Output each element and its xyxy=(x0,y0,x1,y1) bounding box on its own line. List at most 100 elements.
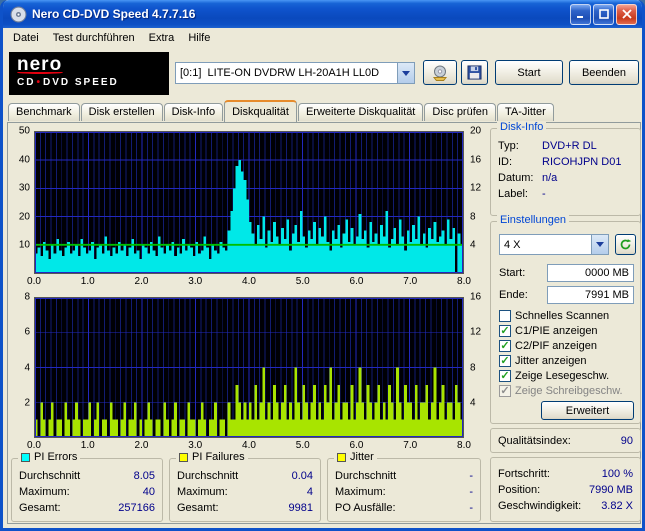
disk-info-row: Label: - xyxy=(498,188,546,200)
x-axis-tick-label: 6.0 xyxy=(349,440,364,451)
y-axis-tick-label: 20 xyxy=(470,125,482,137)
y-axis-tick-label: 4 xyxy=(470,239,476,251)
y-axis-tick-label: 12 xyxy=(470,326,482,338)
x-axis-tick-label: 0.0 xyxy=(27,276,41,287)
stats-group-pi-failures: PI Failures Durchschnitt 0.04 Maximum: 4 Gesa… xyxy=(169,451,321,522)
stat-row: PO Ausfälle: - xyxy=(335,502,473,514)
checkbox-c2-pif-anzeigen[interactable]: ✓ C2/PIF anzeigen xyxy=(499,338,634,353)
cd-disc-icon xyxy=(10,6,27,23)
pi-failures-x-axis: 0.0 1.0 2.0 3.0 4.0 5.0 6.0 7.0 8.0 xyxy=(27,440,471,452)
tab-diskqualität[interactable]: Diskqualität xyxy=(224,100,297,122)
logo-speed: SPEED xyxy=(70,77,119,88)
save-icon xyxy=(467,65,482,80)
app-window: Nero CD-DVD Speed 4.7.7.16 Datei Test dur… xyxy=(0,0,645,531)
checkbox-schnelles-scannen[interactable]: Schnelles Scannen xyxy=(499,308,634,323)
y-axis-tick-label: 8 xyxy=(24,291,30,303)
start-button[interactable]: Start xyxy=(495,60,563,85)
quit-button[interactable]: Beenden xyxy=(569,60,639,85)
start-position-label: Start: xyxy=(499,267,526,279)
stat-row: Maximum: 4 xyxy=(177,486,313,498)
x-axis-tick-label: 4.0 xyxy=(242,440,256,451)
nero-product-text: CD•DVD SPEED xyxy=(17,77,161,88)
chevron-down-icon xyxy=(402,70,410,76)
pi-failures-right-axis: 16 12 8 4 xyxy=(467,292,487,438)
refresh-icon xyxy=(620,239,632,250)
scan-speed-value: 4 X xyxy=(504,238,521,251)
tab-disk-erstellen[interactable]: Disk erstellen xyxy=(80,103,163,121)
drive-select-dropdown-button[interactable] xyxy=(397,63,414,83)
pi-errors-legend-swatch xyxy=(21,452,30,462)
disk-info-row: ID: RICOHJPN D01 xyxy=(498,156,622,168)
y-axis-tick-label: 20 xyxy=(18,211,30,223)
menu-test-durchführen[interactable]: Test durchführen xyxy=(46,29,142,47)
disk-info-row: Typ: DVD+R DL xyxy=(498,140,597,152)
x-axis-tick-label: 8.0 xyxy=(457,440,471,451)
logo-dvd: DVD xyxy=(42,77,71,88)
x-axis-tick-label: 2.0 xyxy=(134,440,149,451)
pi-failures-left-axis: 8 6 4 2 xyxy=(11,292,32,438)
pi-failures-chart: 8 6 4 2 16 12 8 4 0.0 1.0 2.0 3.0 4.0 5.0 6.0 7.0 8.0 xyxy=(11,292,487,453)
scan-speed-dropdown-button[interactable] xyxy=(591,235,608,254)
x-axis-tick-label: 2.0 xyxy=(134,276,149,287)
checkbox-zeige-schreibgeschw[interactable]: ✓ Zeige Schreibgeschw. xyxy=(499,383,634,398)
checkbox-zeige-lesegeschw[interactable]: ✓ Zeige Lesegeschw. xyxy=(499,368,634,383)
menu-bar: Datei Test durchführen Extra Hilfe xyxy=(3,28,642,48)
y-axis-tick-label: 4 xyxy=(24,362,30,373)
tab-ta-jitter[interactable]: TA-Jitter xyxy=(497,103,554,121)
tab-disk-info[interactable]: Disk-Info xyxy=(163,103,224,121)
menu-hilfe[interactable]: Hilfe xyxy=(181,29,217,47)
logo-cd: CD xyxy=(17,77,36,88)
checkbox-jitter-anzeigen[interactable]: ✓ Jitter anzeigen xyxy=(499,353,634,368)
end-position-field[interactable]: 7991 MB xyxy=(547,286,634,304)
y-axis-tick-label: 10 xyxy=(18,239,30,251)
title-bar[interactable]: Nero CD-DVD Speed 4.7.7.16 xyxy=(3,0,642,28)
pi-errors-left-axis: 50 40 30 20 10 xyxy=(11,126,32,274)
tab-erweiterte-diskqualität[interactable]: Erweiterte Diskqualität xyxy=(297,103,424,121)
stat-row: Maximum: - xyxy=(335,486,473,498)
x-axis-tick-label: 6.0 xyxy=(349,276,364,287)
y-axis-tick-label: 8 xyxy=(470,211,476,223)
scan-speed-select[interactable]: 4 X xyxy=(499,234,609,255)
stat-row: Durchschnitt - xyxy=(335,470,473,482)
tab-disc-prüfen[interactable]: Disc prüfen xyxy=(424,103,497,121)
y-axis-tick-label: 8 xyxy=(470,362,476,373)
y-axis-tick-label: 40 xyxy=(18,154,30,166)
menu-datei[interactable]: Datei xyxy=(6,29,46,47)
stat-row: Durchschnitt 8.05 xyxy=(19,470,155,482)
refresh-button[interactable] xyxy=(615,234,636,255)
pi-errors-plot-area xyxy=(34,131,464,274)
menu-extra[interactable]: Extra xyxy=(142,29,182,47)
pi-failures-legend-swatch xyxy=(179,452,188,462)
x-axis-tick-label: 7.0 xyxy=(403,276,418,287)
maximize-button[interactable] xyxy=(593,3,614,25)
tab-benchmark[interactable]: Benchmark xyxy=(8,103,80,121)
stats-group-jitter: Jitter Durchschnitt - Maximum: - PO Ausfälle:… xyxy=(327,451,481,522)
pi-errors-x-axis: 0.0 1.0 2.0 3.0 4.0 5.0 6.0 7.0 8.0 xyxy=(27,276,471,288)
chevron-down-icon xyxy=(596,242,604,247)
x-axis-tick-label: 7.0 xyxy=(403,440,418,451)
advanced-button[interactable]: Erweitert xyxy=(541,401,634,420)
minimize-button[interactable] xyxy=(570,3,591,25)
close-button[interactable] xyxy=(616,3,637,25)
x-axis-tick-label: 5.0 xyxy=(295,276,310,287)
drive-select-value: [0:1] LITE-ON DVDRW LH-20A1H LL0D xyxy=(180,67,380,79)
tab-strip: Benchmark Disk erstellen Disk-Info Diskqual… xyxy=(8,100,555,123)
nero-logo: nero CD•DVD SPEED xyxy=(9,52,169,95)
checkbox-c1-pie-anzeigen[interactable]: ✓ C1/PIE anzeigen xyxy=(499,323,634,338)
start-position-field[interactable]: 0000 MB xyxy=(547,264,634,282)
progress-row: Geschwindigkeit: 3.82 X xyxy=(498,500,633,512)
stat-row: Gesamt: 257166 xyxy=(19,502,155,514)
y-axis-tick-label: 16 xyxy=(470,154,482,166)
y-axis-tick-label: 16 xyxy=(470,291,482,303)
progress-row: Position: 7990 MB xyxy=(498,484,633,496)
save-button[interactable] xyxy=(461,60,488,85)
eject-disc-button[interactable] xyxy=(423,60,457,85)
y-axis-tick-label: 12 xyxy=(470,182,482,194)
window-title: Nero CD-DVD Speed 4.7.7.16 xyxy=(32,7,196,21)
x-axis-tick-label: 3.0 xyxy=(188,440,203,451)
disc-hand-icon xyxy=(432,65,448,81)
drive-select[interactable]: [0:1] LITE-ON DVDRW LH-20A1H LL0D xyxy=(175,62,415,84)
stat-row: Durchschnitt 0.04 xyxy=(177,470,313,482)
settings-group: Einstellungen 4 X Start: 0000 MB Ende: 7… xyxy=(490,214,641,424)
x-axis-tick-label: 1.0 xyxy=(80,440,95,451)
